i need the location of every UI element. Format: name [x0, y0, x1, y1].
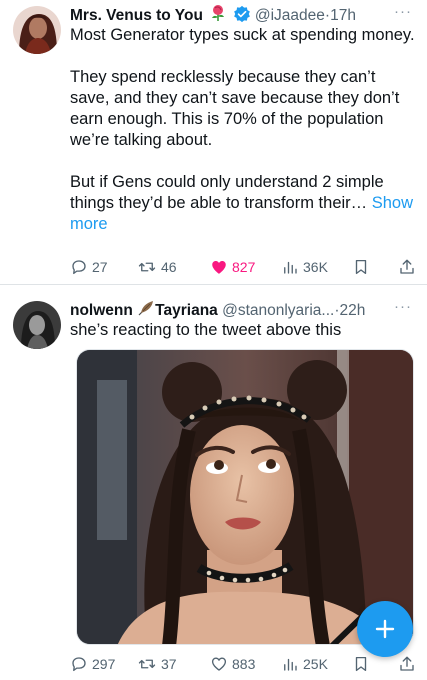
- tweet-paragraph: They spend recklessly because they can’t…: [70, 68, 400, 149]
- avatar[interactable]: [13, 6, 61, 54]
- handle[interactable]: @iJaadee: [255, 7, 325, 24]
- plus-icon: [375, 619, 395, 639]
- share-icon: [400, 656, 414, 671]
- display-name[interactable]: Mrs. Venus to You: [70, 7, 203, 24]
- tweet[interactable]: Mrs. Venus to You @iJaadee·17h ··· Most …: [0, 0, 427, 285]
- tweet-actions: 27 46 827 36K: [0, 258, 427, 278]
- display-name[interactable]: nolwenn: [70, 302, 133, 319]
- views-icon: [284, 261, 297, 274]
- like-count: 827: [232, 259, 256, 275]
- retweet-count: 46: [161, 259, 177, 275]
- retweet-button[interactable]: 46: [137, 258, 177, 276]
- views-icon: [284, 658, 297, 671]
- views-count: 36K: [303, 259, 328, 275]
- tweet-paragraph-text: But if Gens could only understand 2 simp…: [70, 173, 384, 212]
- retweet-icon: [138, 659, 156, 669]
- more-options-icon[interactable]: ···: [394, 298, 412, 315]
- tweet-paragraph: But if Gens could only understand 2 simp…: [70, 172, 415, 235]
- photo-woman-looking-up: [77, 350, 413, 644]
- retweet-icon: [138, 262, 156, 272]
- retweet-count: 37: [161, 656, 177, 672]
- reply-button[interactable]: 27: [70, 258, 108, 276]
- tweet-image[interactable]: [76, 349, 414, 645]
- reply-count: 27: [92, 259, 108, 275]
- tweet-text: Most Generator types suck at spending mo…: [70, 25, 415, 235]
- heart-filled-icon: [212, 261, 226, 274]
- heart-icon: [211, 657, 227, 671]
- bookmark-button[interactable]: [352, 258, 370, 276]
- reply-button[interactable]: 297: [70, 655, 115, 673]
- tweet-paragraph: Most Generator types suck at spending mo…: [70, 26, 415, 44]
- share-button[interactable]: [398, 655, 416, 673]
- timestamp[interactable]: 22h: [340, 302, 366, 319]
- reply-icon: [72, 260, 86, 275]
- tweet-text: she’s reacting to the tweet above this: [70, 321, 342, 339]
- share-icon: [400, 259, 414, 274]
- handle[interactable]: @stanonlyaria...: [222, 302, 334, 319]
- tweet-actions: 297 37 883 25K: [0, 655, 427, 675]
- retweet-button[interactable]: 37: [137, 655, 177, 673]
- views-button[interactable]: 25K: [281, 655, 328, 673]
- timestamp[interactable]: 17h: [330, 7, 356, 24]
- share-button[interactable]: [398, 258, 416, 276]
- avatar[interactable]: [13, 301, 61, 349]
- bookmark-icon: [355, 656, 367, 672]
- more-options-icon[interactable]: ···: [394, 3, 412, 20]
- views-count: 25K: [303, 656, 328, 672]
- reply-count: 297: [92, 656, 116, 672]
- display-name-suffix[interactable]: Tayriana: [155, 302, 218, 319]
- bookmark-button[interactable]: [352, 655, 370, 673]
- bookmark-icon: [355, 259, 367, 275]
- reply-icon: [72, 657, 86, 672]
- like-count: 883: [232, 656, 256, 672]
- like-button[interactable]: 883: [210, 655, 255, 673]
- compose-button[interactable]: [357, 601, 413, 657]
- like-button[interactable]: 827: [210, 258, 255, 276]
- views-button[interactable]: 36K: [281, 258, 328, 276]
